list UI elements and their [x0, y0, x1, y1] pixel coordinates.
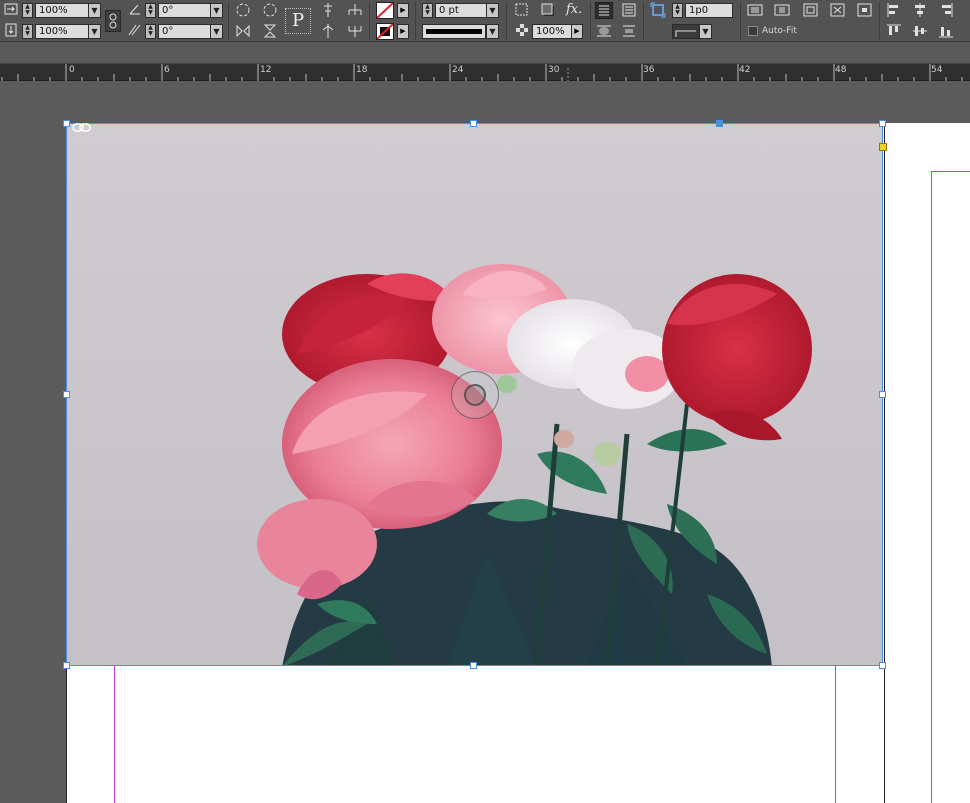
horizontal-ruler[interactable]: 0 6 12 18 24 30 36 42 48 54 [0, 64, 970, 81]
ruler-label: 30 [548, 65, 560, 75]
drop-shadow-frame-icon[interactable] [514, 2, 530, 18]
fit-content-proportionally-icon[interactable] [773, 2, 790, 18]
scale-y-field[interactable]: 100% [35, 24, 89, 39]
selection-handle-bottom-center[interactable] [470, 662, 477, 669]
flip-vertical-icon[interactable] [262, 23, 278, 39]
rotation-angle-icon [127, 2, 143, 18]
shear-angle-field[interactable]: 0° [158, 24, 212, 39]
ruler-label: 12 [260, 65, 272, 75]
align-right-edges-icon[interactable] [938, 2, 954, 18]
align-left-edges-icon[interactable] [886, 2, 902, 18]
ruler-label: 42 [739, 65, 751, 75]
rotation-angle-field[interactable]: 0° [158, 3, 212, 18]
effects-fx-icon[interactable]: fx. [566, 2, 582, 18]
fit-content-to-frame-icon[interactable] [829, 2, 845, 18]
selection-handle-bottom-right[interactable] [879, 662, 886, 669]
opacity-field[interactable]: 100% [532, 24, 572, 39]
align-top-edges-icon[interactable] [886, 23, 902, 39]
auto-fit-label: Auto-Fit [762, 26, 797, 36]
stroke-weight-dropdown[interactable]: ▼ [486, 3, 499, 18]
align-bottom-edges-icon[interactable] [938, 23, 954, 39]
opacity-checker-icon [514, 23, 530, 39]
document-tab-strip [0, 42, 970, 64]
ruler-label: 18 [356, 65, 368, 75]
none-swatch-icon [376, 2, 394, 19]
scale-x-dropdown[interactable]: ▼ [88, 3, 101, 18]
live-corner-handle[interactable] [879, 143, 887, 151]
stroke-weight-spinner[interactable]: ▲ ▼ [422, 3, 433, 18]
shear-angle-icon [127, 23, 143, 39]
selection-handle-top-right[interactable] [879, 120, 886, 127]
ruler-label: 54 [931, 65, 943, 75]
stroke-swatch[interactable] [376, 23, 394, 40]
selection-handle-middle-left[interactable] [63, 391, 70, 398]
select-previous-object-icon[interactable] [346, 23, 362, 39]
frame-fitting-field[interactable]: 1p0 [685, 3, 733, 18]
fill-swatch[interactable] [376, 2, 394, 19]
fill-frame-proportionally-icon[interactable] [746, 2, 763, 18]
frame-edge-handle[interactable] [716, 120, 723, 127]
corner-shape-field[interactable] [672, 24, 700, 39]
selection-handle-top-center[interactable] [470, 120, 477, 127]
wrap-object-shape-icon[interactable] [596, 23, 612, 39]
drop-shadow-icon[interactable] [540, 2, 556, 18]
control-panel-row-2: ▲ ▼ 100% ▼ ▲ ▼ 0° ▼ ▶ ▼ 100% ▶ ▼ Auto-Fi… [0, 21, 970, 42]
corner-shape-dropdown[interactable]: ▼ [699, 24, 712, 39]
stroke-type-field[interactable] [422, 24, 486, 39]
wrap-bounding-box-icon[interactable] [621, 2, 637, 18]
scale-x-spinner[interactable]: ▲ ▼ [22, 3, 33, 18]
rotation-dropdown[interactable]: ▼ [210, 3, 223, 18]
select-content-icon[interactable] [320, 23, 336, 39]
ruler-label: 36 [643, 65, 655, 75]
scale-x-icon [3, 2, 19, 18]
stroke-type-line [426, 29, 482, 34]
fill-swatch-menu-arrow[interactable]: ▶ [397, 3, 409, 18]
ruler-label: 6 [164, 65, 170, 75]
wrap-none-button[interactable] [595, 2, 613, 19]
flip-horizontal-icon[interactable] [235, 23, 251, 39]
rotation-spinner[interactable]: ▲ ▼ [145, 3, 156, 18]
scale-y-spinner[interactable]: ▲ ▼ [22, 24, 33, 39]
content-grabber-inner [464, 384, 486, 406]
selection-handle-bottom-left[interactable] [63, 662, 70, 669]
link-badge-icon[interactable] [72, 118, 92, 132]
selection-handle-top-left[interactable] [63, 120, 70, 127]
frame-fitting-spinner[interactable]: ▲ ▼ [672, 3, 683, 18]
opacity-slider-arrow[interactable]: ▶ [571, 24, 583, 39]
image-frame[interactable] [66, 123, 883, 666]
center-content-icon[interactable] [856, 2, 872, 18]
stroke-swatch-menu-arrow[interactable]: ▶ [397, 24, 409, 39]
control-panel-row-1: ▲ ▼ 100% ▼ ▲ ▼ 0° ▼ P ▶ ▲ ▼ 0 pt ▼ fx. ▲… [0, 0, 970, 40]
frame-fitting-icon [650, 2, 666, 18]
text-lines-icon [599, 5, 609, 16]
control-panel: ▲ ▼ 100% ▼ ▲ ▼ 0° ▼ P ▶ ▲ ▼ 0 pt ▼ fx. ▲… [0, 0, 970, 42]
corner-shape-icon [675, 30, 696, 37]
shear-dropdown[interactable]: ▼ [210, 24, 223, 39]
ruler-label: 0 [69, 65, 75, 75]
scale-y-icon [3, 23, 19, 39]
stroke-type-dropdown[interactable]: ▼ [486, 24, 499, 39]
distribute-top-icon[interactable] [320, 2, 336, 18]
align-horizontal-centers-icon[interactable] [912, 2, 928, 18]
align-vertical-centers-icon[interactable] [912, 23, 928, 39]
margin-guide-right-page [931, 171, 970, 803]
none-stroke-swatch-icon [376, 23, 394, 40]
scale-x-field[interactable]: 100% [35, 3, 89, 18]
content-grabber-icon[interactable] [451, 371, 499, 419]
auto-fit-checkbox[interactable] [748, 26, 758, 36]
rotate-counterclockwise-icon[interactable] [262, 2, 278, 18]
rotate-clockwise-icon[interactable] [235, 2, 251, 18]
ruler-label: 24 [452, 65, 464, 75]
ruler-ticks [1, 64, 963, 81]
scale-y-dropdown[interactable]: ▼ [88, 24, 101, 39]
wrap-jump-object-icon[interactable] [621, 23, 637, 39]
selection-handle-middle-right[interactable] [879, 391, 886, 398]
fit-frame-to-content-icon[interactable] [802, 2, 818, 18]
ruler-label: 48 [835, 65, 847, 75]
select-next-object-icon[interactable] [346, 2, 362, 18]
stroke-weight-field[interactable]: 0 pt [435, 3, 487, 18]
shear-spinner[interactable]: ▲ ▼ [145, 24, 156, 39]
